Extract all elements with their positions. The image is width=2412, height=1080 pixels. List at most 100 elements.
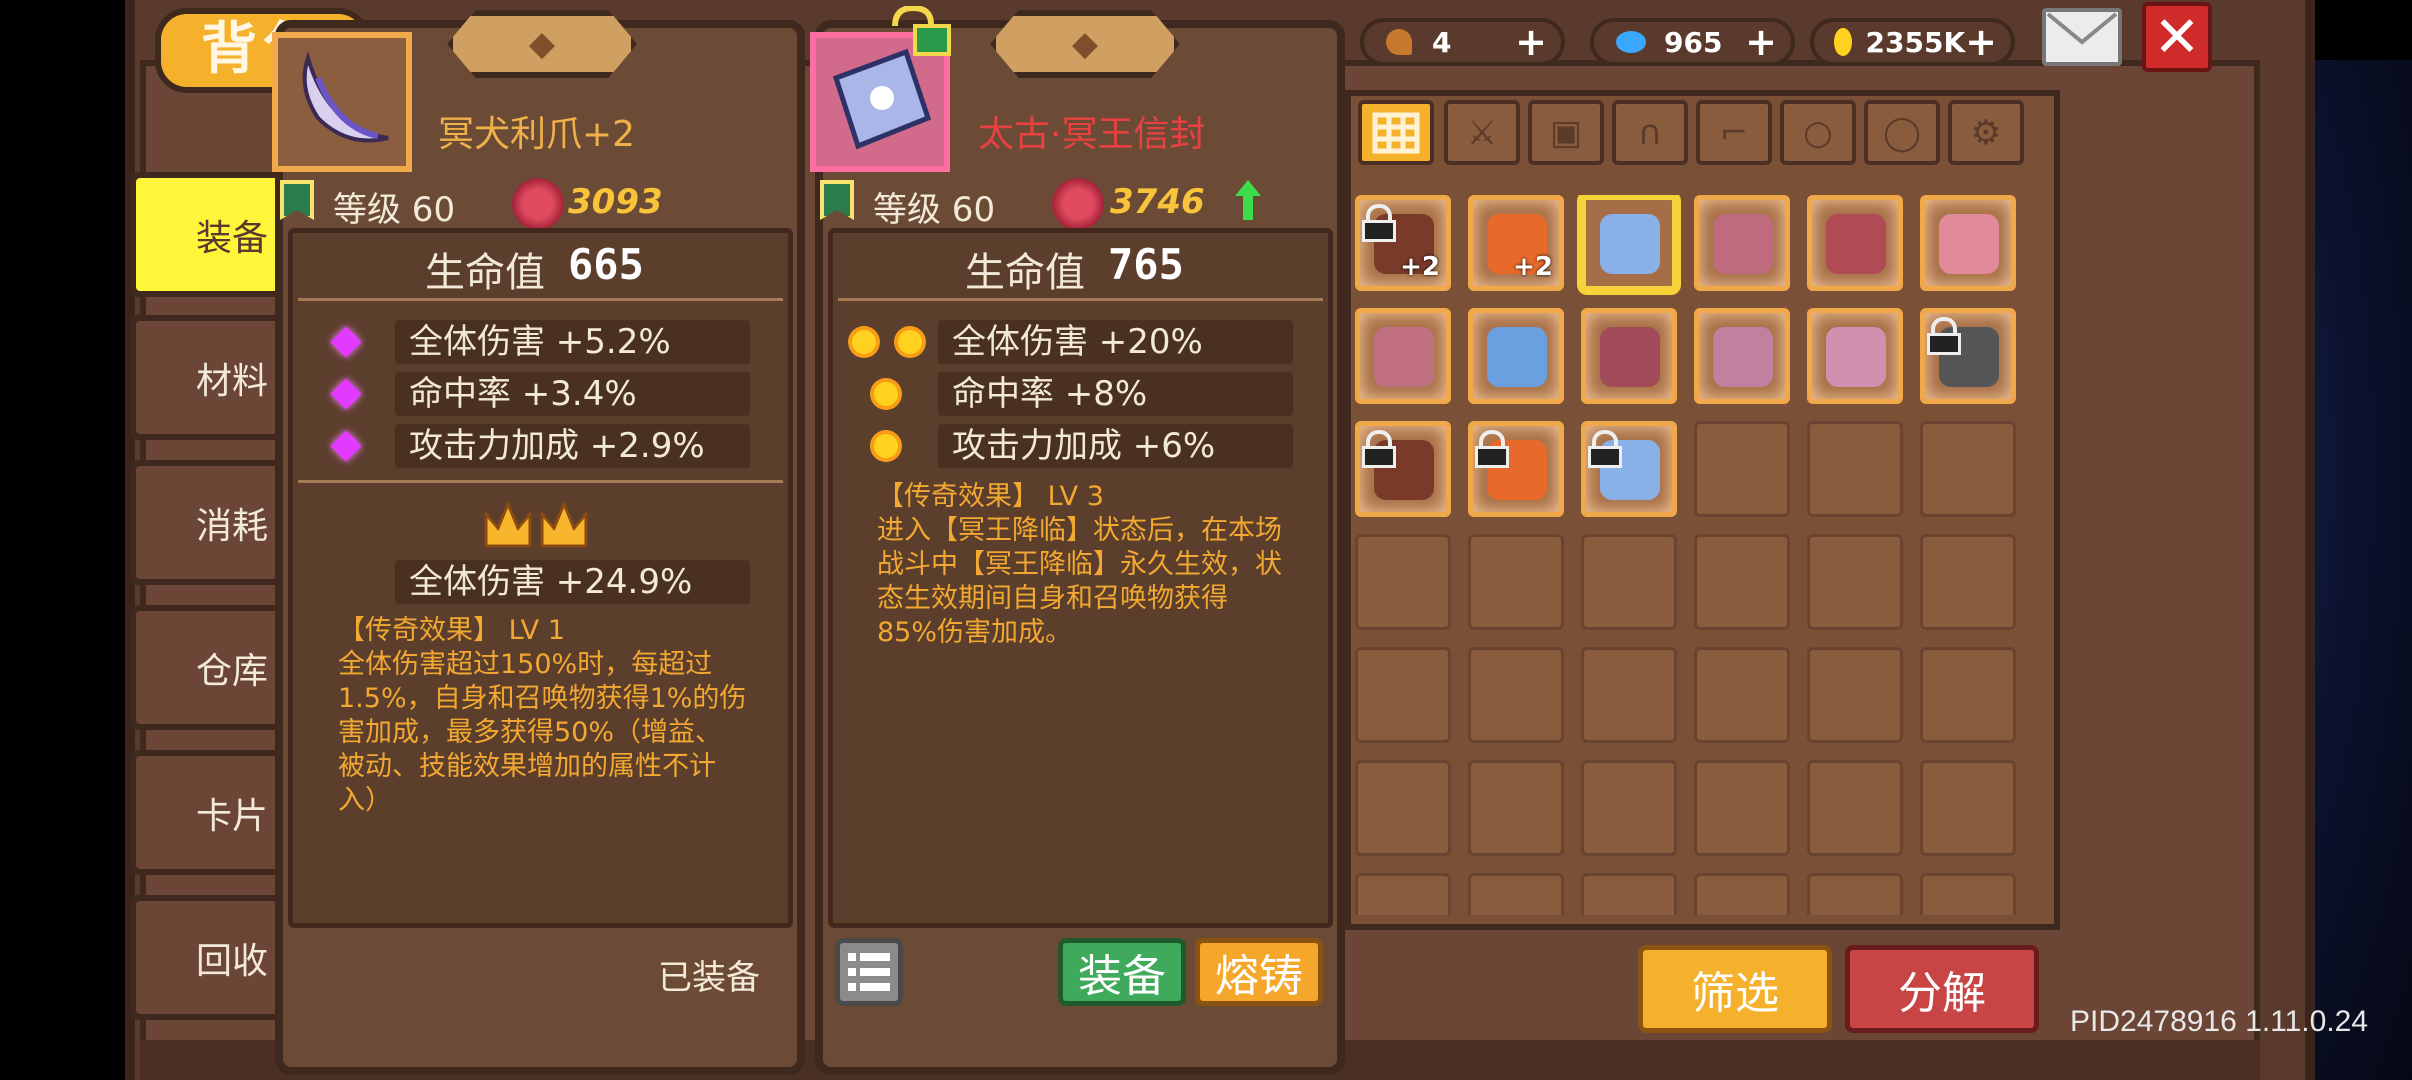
legend-description: 进入【冥王降临】状态后，在本场战斗中【冥王降临】永久生效，状态生效期间自身和召唤… <box>877 515 1282 648</box>
inventory-item-slot[interactable] <box>1694 195 1790 291</box>
card-crest: ◆ <box>447 10 637 78</box>
empty-slot[interactable] <box>1920 534 2016 630</box>
legend-title: 【传奇效果】 LV 3 <box>877 481 1104 512</box>
item-icon <box>1487 327 1547 387</box>
sun-icon <box>874 434 898 458</box>
sun-icon <box>898 330 922 354</box>
tab-weapons[interactable]: ⚔ <box>1444 100 1520 165</box>
close-button[interactable]: ✕ <box>2142 2 2212 72</box>
tab-necklace[interactable]: ◯ <box>1864 100 1940 165</box>
empty-slot[interactable] <box>1694 873 1790 915</box>
empty-slot[interactable] <box>1581 534 1677 630</box>
equipped-item-level: 等级 60 <box>333 190 456 230</box>
inventory-item-slot[interactable] <box>1920 308 2016 404</box>
empty-slot[interactable] <box>1807 534 1903 630</box>
empty-slot[interactable] <box>1581 760 1677 856</box>
inventory-item-slot[interactable] <box>1807 308 1903 404</box>
lock-icon <box>1588 428 1624 470</box>
list-button[interactable] <box>835 938 903 1006</box>
lock-icon <box>1362 202 1398 244</box>
equip-button[interactable]: 装备 <box>1058 938 1186 1006</box>
tab-all[interactable] <box>1358 100 1434 165</box>
equipped-item-icon <box>272 32 412 172</box>
empty-slot[interactable] <box>1920 421 2016 517</box>
item-icon <box>1374 327 1434 387</box>
empty-slot[interactable] <box>1920 760 2016 856</box>
necklace-icon: ◯ <box>1882 112 1922 153</box>
empty-slot[interactable] <box>1468 760 1564 856</box>
empty-slot[interactable] <box>1468 534 1564 630</box>
inventory-item-slot[interactable] <box>1694 308 1790 404</box>
inventory-item-slot[interactable] <box>1468 421 1564 517</box>
divider <box>298 298 783 301</box>
inventory-item-slot[interactable] <box>1355 308 1451 404</box>
inventory-item-slot[interactable] <box>1468 308 1564 404</box>
stat-row: 全体伤害 +5.2% <box>395 320 750 364</box>
empty-slot[interactable] <box>1920 873 2016 915</box>
inventory-item-slot[interactable]: +2 <box>1355 195 1451 291</box>
add-keys-button[interactable]: + <box>1515 20 1547 64</box>
tab-settings[interactable]: ⚙ <box>1948 100 2024 165</box>
decompose-button[interactable]: 分解 <box>1845 945 2039 1033</box>
empty-slot[interactable] <box>1694 760 1790 856</box>
empty-slot[interactable] <box>1355 760 1451 856</box>
empty-slot[interactable] <box>1468 647 1564 743</box>
grid-icon <box>1372 112 1420 153</box>
stat-row: 攻击力加成 +2.9% <box>395 424 750 468</box>
unlock-icon <box>885 4 965 58</box>
empty-slot[interactable] <box>1694 647 1790 743</box>
sidebar-item-label: 回收 <box>196 940 269 982</box>
key-icon <box>1386 29 1412 55</box>
new-item-level: 等级 60 <box>873 190 996 230</box>
stat-row: 命中率 +8% <box>938 372 1293 416</box>
add-gems-button[interactable]: + <box>1745 20 1777 64</box>
tab-armor[interactable]: ▣ <box>1528 100 1604 165</box>
empty-slot[interactable] <box>1581 873 1677 915</box>
inventory-item-slot[interactable] <box>1581 195 1677 291</box>
empty-slot[interactable] <box>1694 421 1790 517</box>
empty-slot[interactable] <box>1581 647 1677 743</box>
legend-title: 【传奇效果】 LV 1 <box>338 615 565 646</box>
add-gold-button[interactable]: + <box>1965 20 1997 64</box>
gold-coin-icon <box>1834 28 1852 56</box>
forge-button[interactable]: 熔铸 <box>1195 938 1323 1006</box>
version-label: PID2478916 1.11.0.24 <box>2070 1005 2369 1038</box>
empty-slot[interactable] <box>1355 873 1451 915</box>
inventory-item-slot[interactable] <box>1581 421 1677 517</box>
gear-icon: ⚙ <box>1970 112 2002 153</box>
sword-icon: ⚔ <box>1466 112 1498 153</box>
gems-counter: 965 + <box>1590 18 1795 66</box>
empty-slot[interactable] <box>1468 873 1564 915</box>
gold-value: 2355K <box>1865 25 1966 59</box>
empty-slot[interactable] <box>1807 873 1903 915</box>
tab-helmet[interactable]: ∩ <box>1612 100 1688 165</box>
empty-slot[interactable] <box>1355 647 1451 743</box>
empty-slot[interactable] <box>1920 647 2016 743</box>
empty-slot[interactable] <box>1807 647 1903 743</box>
bonus-stat-row: 全体伤害 +24.9% <box>395 560 750 604</box>
empty-slot[interactable] <box>1694 534 1790 630</box>
sidebar-item-label: 仓库 <box>196 650 269 692</box>
tab-boots[interactable]: ⌐ <box>1696 100 1772 165</box>
inventory-item-slot[interactable] <box>1920 195 2016 291</box>
diamond-emblem-icon: ◆ <box>528 24 556 64</box>
mail-icon[interactable] <box>2042 8 2122 66</box>
inventory-item-slot[interactable] <box>1807 195 1903 291</box>
hp-value: 765 <box>1108 240 1184 289</box>
inventory-item-slot[interactable]: +2 <box>1468 195 1564 291</box>
item-icon <box>1939 214 1999 274</box>
empty-slot[interactable] <box>1807 760 1903 856</box>
tab-ring[interactable]: ○ <box>1780 100 1856 165</box>
ring-icon: ○ <box>1803 112 1833 153</box>
item-icon <box>1713 214 1773 274</box>
card-crest: ◆ <box>990 10 1180 78</box>
lock-icon <box>1362 428 1398 470</box>
helmet-icon: ∩ <box>1637 112 1663 153</box>
close-icon: ✕ <box>2153 4 2201 70</box>
empty-slot[interactable] <box>1355 534 1451 630</box>
inventory-item-slot[interactable] <box>1581 308 1677 404</box>
new-item-power: 3746 <box>1110 182 1205 222</box>
filter-button[interactable]: 筛选 <box>1638 945 1832 1033</box>
empty-slot[interactable] <box>1807 421 1903 517</box>
inventory-item-slot[interactable] <box>1355 421 1451 517</box>
